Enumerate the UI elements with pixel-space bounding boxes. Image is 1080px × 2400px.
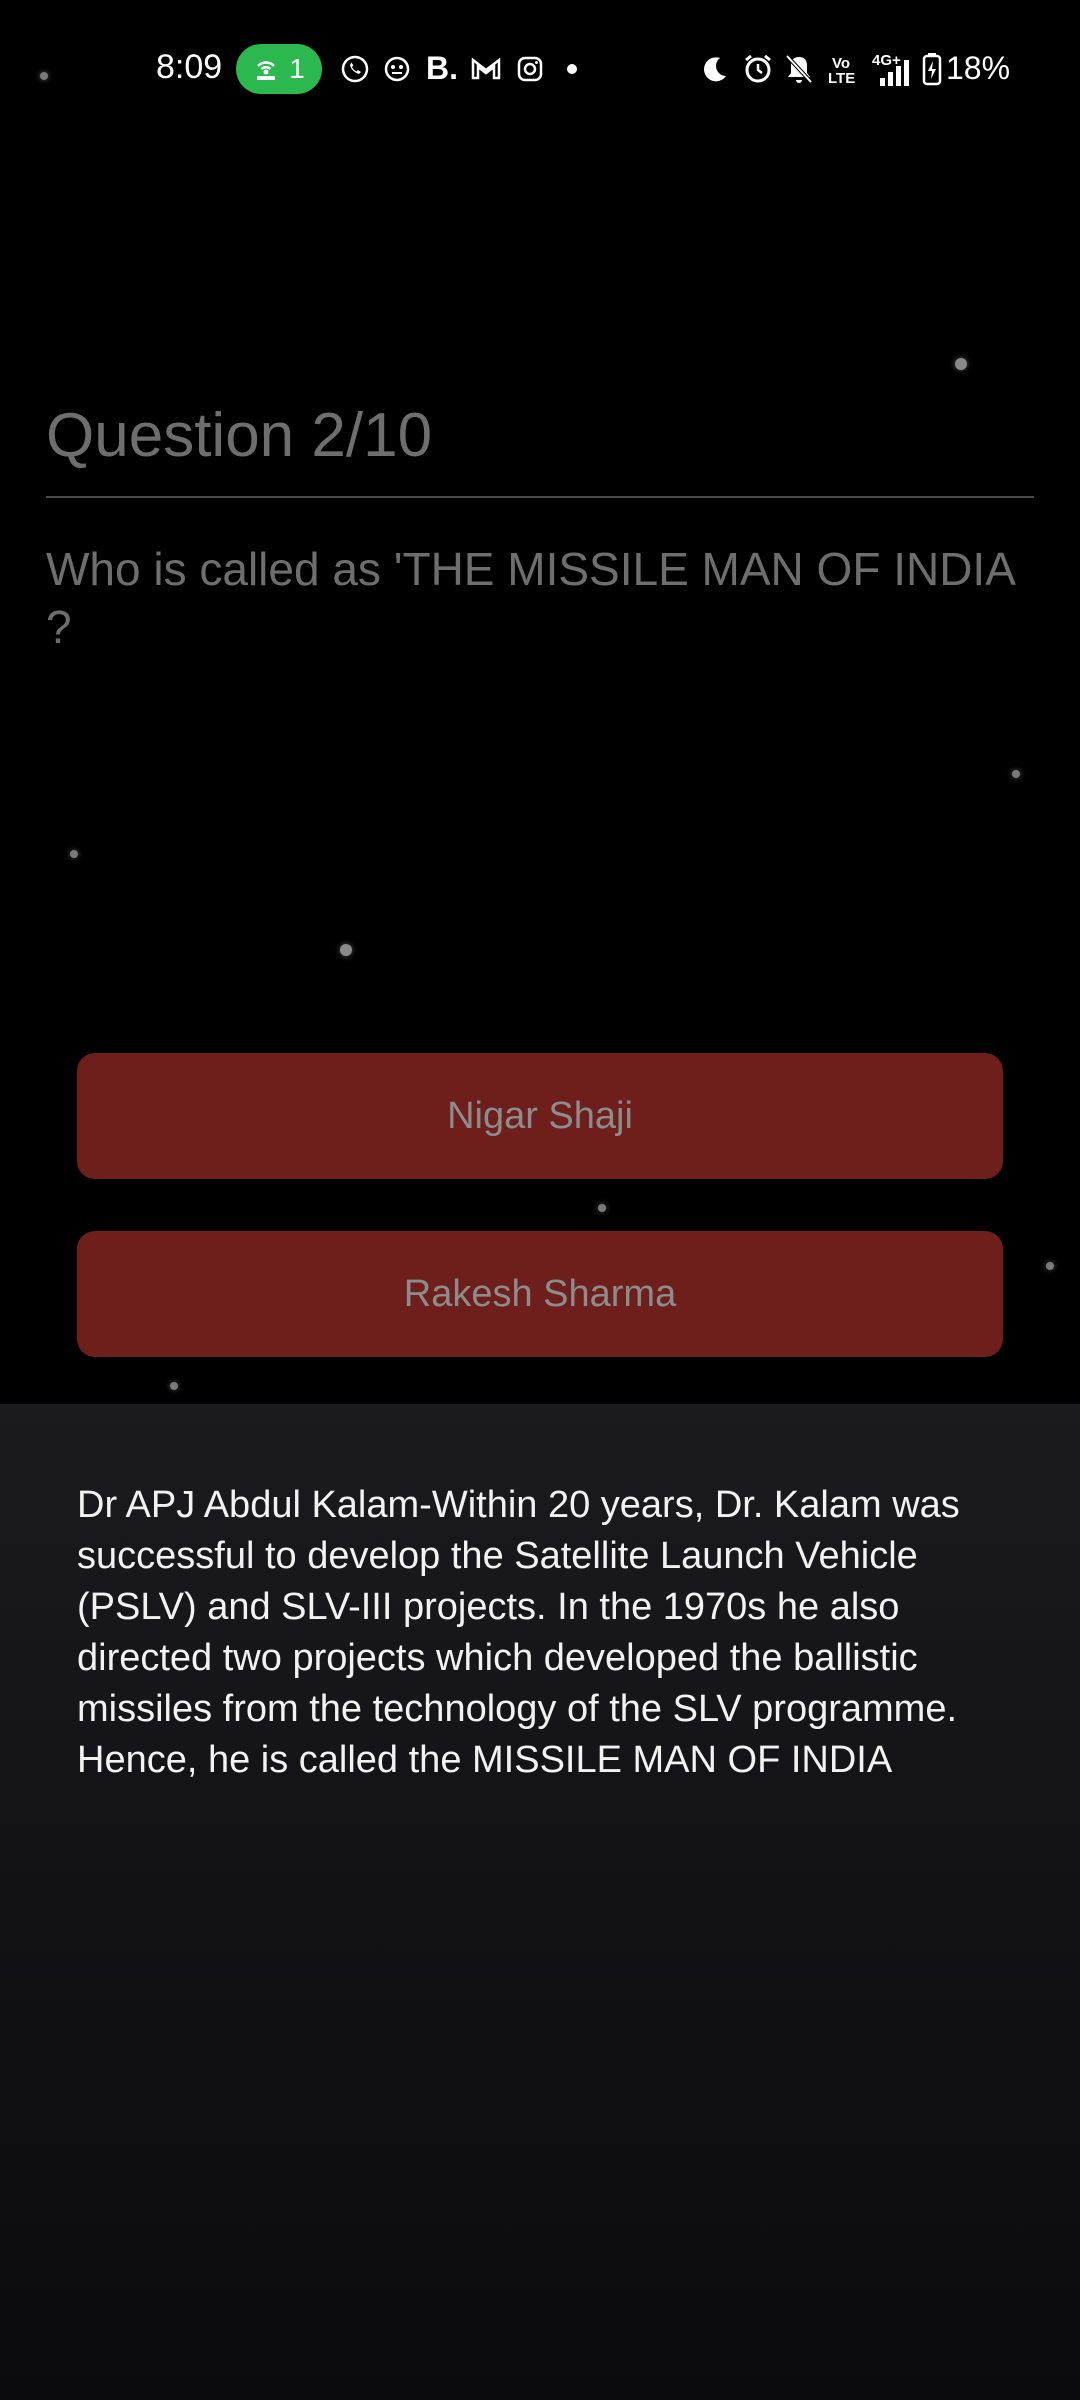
muted-bell-icon <box>784 52 814 86</box>
hotspot-count: 1 <box>289 53 305 84</box>
star-decoration <box>70 850 78 858</box>
star-decoration <box>598 1204 606 1212</box>
whatsapp-icon <box>340 52 370 86</box>
app-badge-icon <box>382 52 412 86</box>
quiz-screen: 8:09 1 B. Vo LTE 4G+ 18% Question 2/10 W… <box>0 0 1080 2400</box>
star-decoration <box>40 72 48 80</box>
star-decoration <box>1046 1262 1054 1270</box>
instagram-icon <box>516 52 544 86</box>
gmail-icon <box>470 52 502 86</box>
hotspot-indicator[interactable]: 1 <box>236 44 322 94</box>
do-not-disturb-moon-icon <box>700 52 730 86</box>
booking-icon: B. <box>426 50 458 86</box>
alarm-icon <box>742 52 774 86</box>
question-text: Who is called as 'THE MISSILE MAN OF IND… <box>46 543 1014 653</box>
star-decoration <box>340 944 352 956</box>
status-bar: 8:09 1 B. Vo LTE 4G+ 18% <box>0 0 1080 140</box>
hotspot-icon <box>257 61 276 80</box>
question-counter: Question 2/10 <box>46 401 433 470</box>
explanation-sheet[interactable]: Dr APJ Abdul Kalam-Within 20 years, Dr. … <box>0 1404 1080 2400</box>
more-notifications-dot-icon <box>566 52 578 86</box>
answer-option-1[interactable]: Nigar Shaji <box>77 1053 1003 1179</box>
status-time: 8:09 <box>156 48 223 86</box>
question-divider <box>46 496 1034 498</box>
explanation-text: Dr APJ Abdul Kalam-Within 20 years, Dr. … <box>77 1484 960 1781</box>
signal-strength-icon <box>872 56 912 90</box>
battery-percentage: 18% <box>946 50 1011 86</box>
star-decoration <box>955 358 967 370</box>
star-decoration <box>1012 770 1020 778</box>
volte-label: Vo LTE <box>828 55 856 87</box>
battery-charging-icon <box>922 52 942 86</box>
answer-option-2[interactable]: Rakesh Sharma <box>77 1231 1003 1357</box>
star-decoration <box>170 1382 178 1390</box>
